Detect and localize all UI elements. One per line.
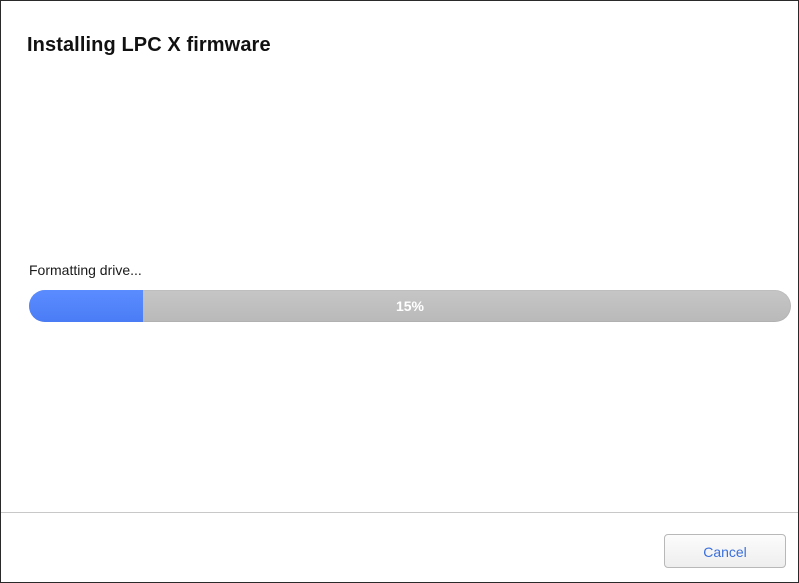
cancel-button[interactable]: Cancel: [664, 534, 786, 568]
status-label: Formatting drive...: [29, 262, 142, 278]
install-dialog: Installing LPC X firmware Formatting dri…: [0, 0, 799, 583]
dialog-title: Installing LPC X firmware: [27, 34, 271, 56]
progress-percent-label: 15%: [395, 298, 425, 314]
footer-divider: [1, 512, 798, 513]
progress-bar: 15%: [29, 290, 791, 322]
